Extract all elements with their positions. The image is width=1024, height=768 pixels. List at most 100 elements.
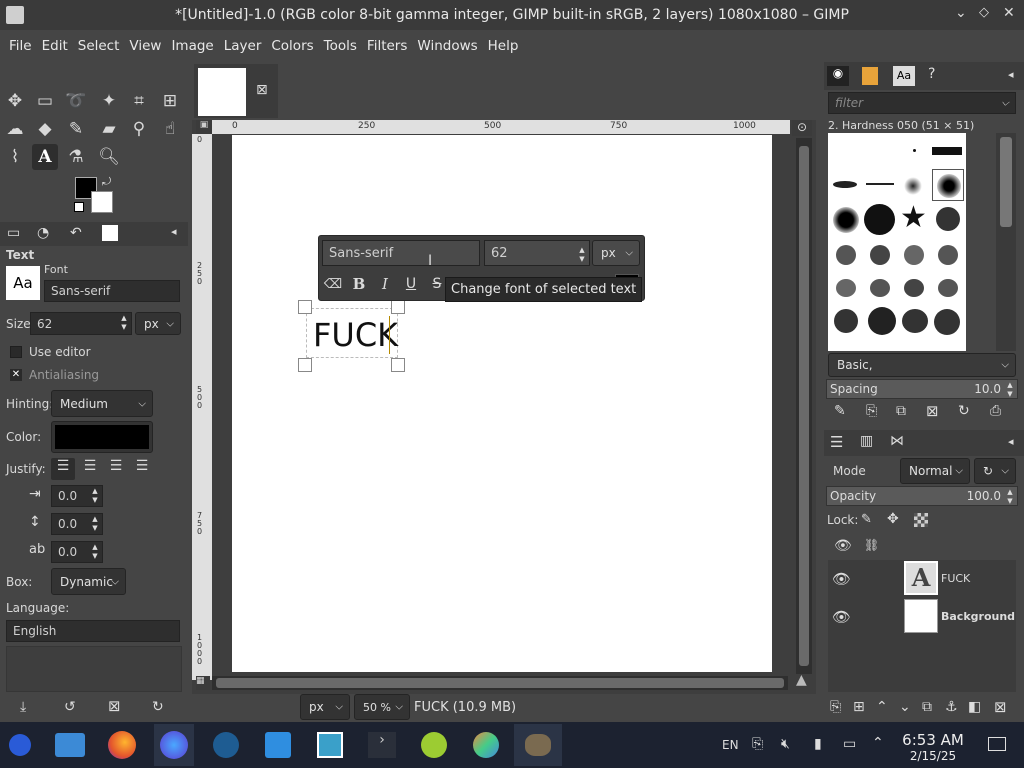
lutris-icon[interactable] (414, 724, 454, 766)
layer-name[interactable]: FUCK (941, 572, 970, 585)
brush-filter-field[interactable]: filter ⌵ (828, 92, 1016, 114)
lock-position-icon[interactable]: ✥ (887, 511, 899, 527)
gimp-task-icon[interactable] (514, 724, 562, 766)
battery-icon[interactable]: ▮ (814, 736, 822, 752)
panel-menu-icon[interactable]: ◂ (171, 225, 177, 238)
unified-transform-tool-icon[interactable]: ⊞ (157, 88, 183, 114)
paths-tab-icon[interactable]: ⋈ (890, 433, 904, 449)
line-spacing-spinner[interactable]: ▲ ▼ (90, 515, 100, 533)
zoom-image-icon[interactable]: ⊙ (792, 120, 812, 136)
layers-dock-menu-icon[interactable]: ◂ (1008, 435, 1014, 448)
language-list[interactable] (6, 646, 182, 692)
menu-windows[interactable]: Windows (412, 38, 482, 54)
font-field[interactable]: Sans-serif (44, 280, 180, 302)
brush-item[interactable] (870, 245, 890, 265)
use-editor-checkbox[interactable] (10, 346, 22, 358)
delete-options-icon[interactable]: ⊠ (108, 697, 121, 715)
text-color-button[interactable] (51, 421, 153, 453)
lower-layer-icon[interactable]: ⌄ (899, 699, 911, 715)
background-color-swatch[interactable] (91, 191, 113, 213)
indent-field[interactable]: 0.0 ▲ ▼ (51, 485, 103, 507)
app-launcher-icon[interactable] (0, 724, 40, 766)
language-field[interactable]: English (6, 620, 180, 642)
text-size-spinner[interactable]: ▲ ▼ (577, 246, 587, 264)
indent-spinner[interactable]: ▲ ▼ (90, 487, 100, 505)
clone-tool-icon[interactable]: ⚲ (126, 116, 152, 142)
lock-pixels-icon[interactable]: ✎ (861, 512, 872, 527)
zoom-dropdown[interactable]: 50 % ⌵ (354, 694, 410, 720)
file-manager-icon[interactable] (50, 724, 90, 766)
move-tool-icon[interactable]: ✥ (2, 88, 28, 114)
horizontal-scroll-thumb[interactable] (216, 678, 784, 688)
anchor-layer-icon[interactable]: ⚓︎ (945, 699, 958, 715)
text-unit-dropdown[interactable]: px ⌵ (592, 240, 640, 266)
new-layer-group-icon[interactable]: ⊞ (853, 699, 865, 715)
unit-dropdown[interactable]: px ⌵ (300, 694, 350, 720)
brush-item[interactable] (904, 177, 922, 195)
menu-filters[interactable]: Filters (362, 38, 412, 54)
box-dropdown[interactable]: Dynamic ⌵ (51, 568, 126, 595)
restore-options-icon[interactable]: ↺ (64, 699, 76, 715)
reset-options-icon[interactable]: ↻ (152, 699, 164, 715)
text-size-field[interactable]: 62 ▲ ▼ (484, 240, 590, 266)
brush-preset-dropdown[interactable]: Basic, ⌵ (828, 353, 1016, 377)
delete-layer-icon[interactable]: ⊠ (994, 698, 1007, 716)
brush-item[interactable] (836, 245, 856, 265)
justify-center-icon[interactable]: ☰ (105, 458, 127, 480)
menu-colors[interactable]: Colors (266, 38, 318, 54)
edit-brush-icon[interactable]: ✎ (834, 403, 846, 419)
brush-item[interactable] (938, 279, 958, 297)
close-icon[interactable]: ✕ (1003, 5, 1015, 21)
size-unit-dropdown[interactable]: px ⌵ (135, 312, 181, 335)
menu-view[interactable]: View (124, 38, 166, 54)
bold-icon[interactable]: B (348, 271, 370, 297)
resize-handle[interactable] (391, 300, 405, 314)
brush-item[interactable] (833, 181, 857, 188)
quick-mask-icon[interactable]: ▣ (196, 120, 212, 134)
refresh-brushes-icon[interactable]: ↻ (958, 403, 970, 419)
brush-item[interactable] (902, 309, 928, 333)
device-status-tab-icon[interactable]: ◔ (37, 225, 49, 241)
menu-image[interactable]: Image (166, 38, 218, 54)
brush-item[interactable] (870, 279, 890, 297)
save-options-icon[interactable]: ⤓ (20, 699, 26, 715)
duplicate-brush-icon[interactable]: ⧉ (896, 403, 906, 419)
italic-icon[interactable]: I (374, 271, 396, 297)
duplicate-layer-icon[interactable]: ⧉ (922, 699, 932, 715)
images-tab-icon[interactable] (102, 225, 118, 241)
brush-item[interactable] (913, 149, 916, 152)
vertical-scrollbar[interactable] (796, 138, 812, 674)
new-layer-icon[interactable]: ⎘ (830, 699, 841, 715)
letter-spacing-spinner[interactable]: ▲ ▼ (90, 543, 100, 561)
open-brush-folder-icon[interactable]: ⎙ (990, 403, 1001, 419)
layer-row[interactable]: 👁︎ A FUCK (828, 560, 1016, 598)
lock-alpha-icon[interactable] (914, 513, 928, 527)
swap-colors-icon[interactable]: ⤾ (102, 175, 111, 189)
clipboard-icon[interactable]: ⎘ (752, 736, 763, 752)
navigate-arrow-icon[interactable]: ▲ (796, 672, 807, 688)
crop-tool-icon[interactable]: ⌗ (126, 88, 152, 114)
size-field[interactable]: 62 ▲ ▼ (30, 312, 132, 335)
brush-scroll-thumb[interactable] (1000, 137, 1012, 227)
horizontal-scrollbar[interactable] (212, 676, 788, 690)
mode-dropdown[interactable]: Normal ⌵ (900, 458, 970, 484)
terminal-icon[interactable]: › (362, 724, 402, 766)
clock-time[interactable]: 6:53 AM (900, 731, 966, 749)
raise-layer-icon[interactable]: ⌃ (876, 699, 888, 715)
brush-scrollbar[interactable] (996, 133, 1016, 351)
dock-menu-icon[interactable]: ◂ (1008, 68, 1014, 81)
justify-left-icon[interactable]: ☰ (51, 458, 75, 480)
color-picker-tool-icon[interactable]: ⚗ (63, 144, 89, 170)
resize-handle[interactable] (391, 358, 405, 372)
close-tab-icon[interactable]: ⊠ (256, 82, 268, 98)
paths-tool-icon[interactable]: ⌇ (2, 144, 28, 170)
vertical-scroll-thumb[interactable] (799, 146, 809, 666)
layers-tab-icon[interactable]: ☰ (830, 433, 843, 451)
delete-brush-icon[interactable]: ⊠ (926, 402, 939, 420)
canvas-text[interactable]: FUCK (313, 316, 398, 354)
firefox-icon[interactable] (102, 724, 142, 766)
tool-options-tab-icon[interactable]: ▭ (7, 225, 20, 241)
resize-handle[interactable] (298, 358, 312, 372)
rect-select-tool-icon[interactable]: ▭ (32, 88, 58, 114)
brush-item[interactable] (864, 204, 895, 235)
